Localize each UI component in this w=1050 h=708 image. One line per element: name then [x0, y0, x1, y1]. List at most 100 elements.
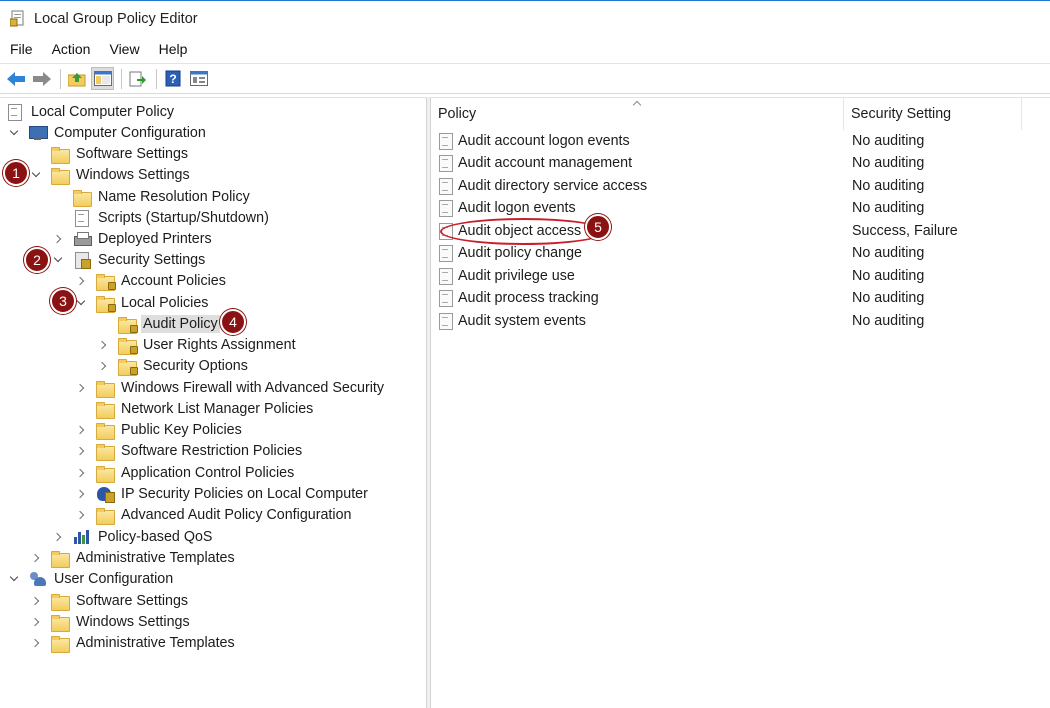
policy-document-icon [6, 103, 24, 121]
tree-item-audit-policy[interactable]: Audit Policy [98, 313, 220, 334]
tree-item-user-configuration[interactable]: User Configuration [9, 568, 175, 589]
tree-item-software-restriction[interactable]: Software Restriction Policies [76, 440, 304, 461]
folder-icon [51, 635, 70, 653]
group-policy-app-icon [9, 10, 26, 27]
folder-icon [96, 507, 115, 525]
tree-item-user-administrative-templates[interactable]: Administrative Templates [31, 632, 237, 653]
policy-name: Audit policy change [458, 245, 582, 261]
chevron-right-icon[interactable] [76, 383, 86, 393]
tree-item-label: Name Resolution Policy [98, 188, 250, 205]
tree-item-label: Computer Configuration [54, 124, 206, 141]
tree-item-label: User Configuration [54, 570, 174, 587]
chevron-down-icon[interactable] [9, 128, 19, 138]
menu-help[interactable]: Help [159, 41, 188, 57]
chevron-right-icon[interactable] [76, 489, 86, 499]
tree-item-windows-firewall[interactable]: Windows Firewall with Advanced Security [76, 377, 386, 398]
toolbar-separator [156, 68, 157, 89]
tree-item-local-policies[interactable]: Local Policies [76, 292, 210, 313]
policy-setting: No auditing [852, 313, 925, 329]
properties-view-icon[interactable] [187, 67, 210, 90]
security-settings-icon [73, 251, 91, 269]
tree-item-label: Security Settings [98, 251, 206, 268]
folder-icon [51, 550, 70, 568]
policy-icon [438, 223, 454, 240]
show-hide-tree-icon[interactable] [91, 67, 114, 90]
column-header-policy[interactable]: Policy [431, 98, 844, 130]
list-item[interactable]: Audit directory service access No auditi… [431, 175, 1050, 197]
tree-item-policy-based-qos[interactable]: Policy-based QoS [53, 526, 214, 547]
list-item[interactable]: Audit policy change No auditing [431, 242, 1050, 264]
computer-icon [29, 125, 48, 141]
help-icon[interactable]: ? [161, 67, 184, 90]
secure-folder-icon [96, 295, 116, 313]
chevron-down-icon[interactable] [31, 170, 41, 180]
list-item[interactable]: Audit privilege use No auditing [431, 265, 1050, 287]
list-item[interactable]: Audit process tracking No auditing [431, 287, 1050, 309]
tree-item-public-key-policies[interactable]: Public Key Policies [76, 419, 244, 440]
forward-arrow-icon[interactable] [30, 67, 53, 90]
svg-text:?: ? [169, 72, 176, 86]
chevron-right-icon[interactable] [76, 425, 86, 435]
tree-item-user-windows-settings[interactable]: Windows Settings [31, 611, 192, 632]
tree-item-scripts[interactable]: Scripts (Startup/Shutdown) [53, 207, 271, 228]
policy-setting: No auditing [852, 268, 925, 284]
step-badge-4: 4 [220, 309, 246, 335]
tree-item-network-list-manager[interactable]: Network List Manager Policies [76, 398, 315, 419]
console-tree[interactable]: Local Computer Policy Computer Configura… [0, 97, 427, 708]
list-item[interactable]: Audit object access Success, Failure [431, 220, 1050, 242]
menu-view[interactable]: View [109, 41, 139, 57]
chevron-right-icon[interactable] [31, 596, 41, 606]
tree-item-administrative-templates[interactable]: Administrative Templates [31, 547, 237, 568]
column-header-label: Policy [438, 106, 477, 122]
tree-item-label: Software Settings [76, 145, 189, 162]
chevron-right-icon[interactable] [53, 532, 63, 542]
tree-item-user-rights-assignment[interactable]: User Rights Assignment [98, 334, 298, 355]
policy-icon [438, 313, 454, 330]
chevron-right-icon[interactable] [31, 638, 41, 648]
chevron-right-icon[interactable] [98, 361, 108, 371]
tree-item-user-software-settings[interactable]: Software Settings [31, 590, 190, 611]
chevron-right-icon[interactable] [53, 234, 63, 244]
folder-icon [73, 189, 92, 207]
chevron-right-icon[interactable] [76, 276, 86, 286]
tree-item-name-resolution-policy[interactable]: Name Resolution Policy [53, 186, 252, 207]
menu-file[interactable]: File [10, 41, 33, 57]
up-folder-icon[interactable] [65, 67, 88, 90]
chevron-right-icon[interactable] [31, 553, 41, 563]
tree-item-computer-configuration[interactable]: Computer Configuration [9, 122, 208, 143]
tree-item-label: Administrative Templates [76, 634, 235, 651]
tree-item-security-options[interactable]: Security Options [98, 355, 250, 376]
menu-action[interactable]: Action [52, 41, 91, 57]
tree-item-windows-settings[interactable]: Windows Settings [31, 164, 192, 185]
tree-item-label: Windows Settings [76, 166, 190, 183]
export-list-icon[interactable] [126, 67, 149, 90]
tree-item-deployed-printers[interactable]: Deployed Printers [53, 228, 214, 249]
list-item[interactable]: Audit account management No auditing [431, 152, 1050, 174]
chevron-right-icon[interactable] [98, 340, 108, 350]
list-item[interactable]: Audit account logon events No auditing [431, 130, 1050, 152]
column-header-security-setting[interactable]: Security Setting [844, 98, 1022, 130]
tree-item-software-settings[interactable]: Software Settings [31, 143, 190, 164]
chevron-right-icon[interactable] [76, 510, 86, 520]
tree-item-ip-security[interactable]: IP Security Policies on Local Computer [76, 483, 370, 504]
list-item[interactable]: Audit logon events No auditing [431, 197, 1050, 219]
tree-item-advanced-audit[interactable]: Advanced Audit Policy Configuration [76, 504, 353, 525]
chevron-right-icon[interactable] [76, 446, 86, 456]
chevron-right-icon[interactable] [76, 468, 86, 478]
tree-item-label: Local Policies [121, 294, 209, 311]
chevron-down-icon[interactable] [9, 574, 19, 584]
tree-item-account-policies[interactable]: Account Policies [76, 270, 228, 291]
bar-chart-icon [73, 529, 91, 545]
chevron-right-icon[interactable] [31, 617, 41, 627]
tree-item-security-settings[interactable]: Security Settings [53, 249, 207, 270]
back-arrow-icon[interactable] [4, 67, 27, 90]
chevron-down-icon[interactable] [53, 255, 63, 265]
tree-item-local-computer-policy[interactable]: Local Computer Policy [6, 101, 176, 122]
policy-icon [438, 200, 454, 217]
policy-name: Audit object access [458, 223, 582, 239]
tree-item-application-control[interactable]: Application Control Policies [76, 462, 296, 483]
tree-item-label: Advanced Audit Policy Configuration [121, 506, 352, 523]
chevron-down-icon[interactable] [76, 298, 86, 308]
policy-list[interactable]: Policy Security Setting Audit account lo… [431, 97, 1050, 708]
list-item[interactable]: Audit system events No auditing [431, 310, 1050, 332]
